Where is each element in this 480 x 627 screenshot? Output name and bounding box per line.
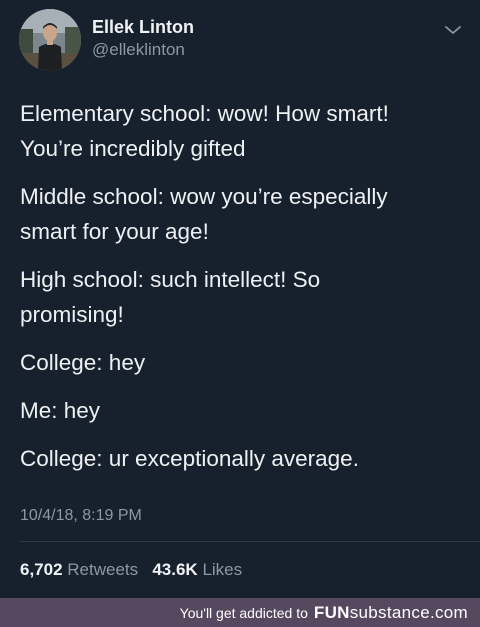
tweet-line: smart for your age!: [20, 219, 209, 244]
tweet-line: promising!: [20, 302, 124, 327]
watermark-footer: You'll get addicted to FUNsubstance.com: [0, 598, 480, 627]
brand-bold: FUN: [313, 603, 350, 622]
retweets-count: 6,702: [20, 560, 63, 579]
watermark-tagline: You'll get addicted to: [179, 605, 308, 621]
tweet-card: Ellek Linton @elleklinton Elementary sch…: [0, 0, 480, 598]
likes-stat[interactable]: 43.6K Likes: [152, 560, 242, 579]
tweet-stats: 6,702 Retweets 43.6K Likes: [20, 560, 242, 580]
brand-suffix: .com: [429, 603, 468, 622]
likes-label: Likes: [202, 560, 243, 579]
watermark-text: You'll get addicted to FUNsubstance.com: [180, 603, 468, 623]
tweet-line: High school: such intellect! So: [20, 267, 321, 292]
watermark-brand: FUNsubstance.com: [314, 603, 468, 622]
likes-count: 43.6K: [152, 560, 198, 579]
brand-light: substance: [349, 603, 430, 622]
profile-photo-icon: [19, 9, 81, 71]
tweet-timestamp[interactable]: 10/4/18, 8:19 PM: [20, 507, 142, 525]
author-handle[interactable]: @elleklinton: [92, 40, 185, 60]
tweet-line: Middle school: wow you’re especially: [20, 184, 388, 209]
retweets-label: Retweets: [67, 560, 139, 579]
divider: [20, 541, 480, 542]
chevron-down-icon[interactable]: [443, 22, 463, 38]
tweet-line: Elementary school: wow! How smart!: [20, 101, 389, 126]
tweet-text: Elementary school: wow! How smart! You’r…: [20, 96, 466, 476]
tweet-line: College: hey: [20, 350, 146, 375]
tweet-line: College: ur exceptionally average.: [20, 446, 359, 471]
tweet-line: You’re incredibly gifted: [20, 136, 246, 161]
avatar[interactable]: [19, 9, 81, 71]
author-name[interactable]: Ellek Linton: [92, 17, 194, 38]
tweet-line: Me: hey: [20, 398, 101, 423]
retweets-stat[interactable]: 6,702 Retweets: [20, 560, 138, 579]
